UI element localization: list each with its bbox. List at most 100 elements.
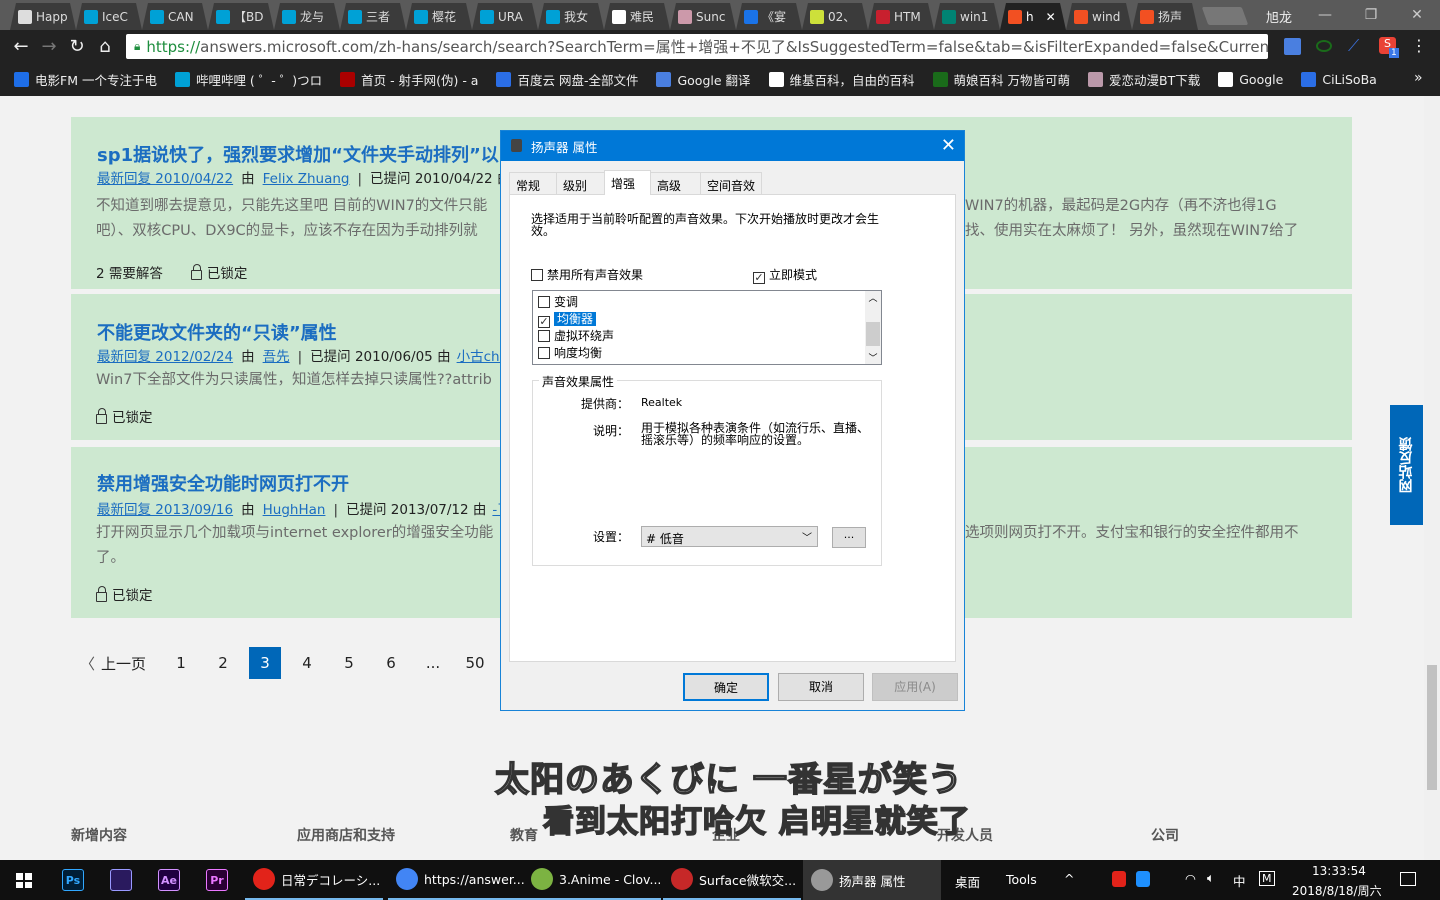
clock-time[interactable]: 13:33:54 bbox=[1312, 864, 1366, 878]
bookmark-item[interactable]: 首页 - 射手网(伪) - a bbox=[340, 70, 478, 89]
apply-button[interactable]: 应用(A) bbox=[872, 673, 958, 701]
latest-reply-link[interactable]: 最新回复 2013/09/16 bbox=[97, 502, 233, 518]
translate-extension-icon[interactable] bbox=[1284, 38, 1301, 55]
eye-extension-icon[interactable] bbox=[1316, 40, 1332, 52]
tab-close-icon[interactable]: ✕ bbox=[1046, 10, 1056, 24]
page-number[interactable]: 6 bbox=[370, 647, 412, 679]
taskbar-window[interactable]: 扬声器 属性 bbox=[803, 860, 941, 900]
cancel-button[interactable]: 取消 bbox=[778, 673, 864, 701]
thread-title-link[interactable]: 禁用增强安全功能时网页打不开 bbox=[97, 470, 349, 496]
scrollbar-thumb[interactable] bbox=[1427, 665, 1437, 790]
browser-tab[interactable]: 【BD bbox=[208, 3, 274, 30]
menu-icon[interactable]: ⋮ bbox=[1408, 36, 1430, 55]
page-number[interactable]: 2 bbox=[202, 647, 244, 679]
taskbar-window[interactable]: Surface微软交... bbox=[663, 860, 801, 900]
effect-item[interactable]: 虚拟环绕声 bbox=[538, 327, 614, 344]
dialog-close-button[interactable]: ✕ bbox=[941, 135, 956, 156]
forward-icon[interactable]: → bbox=[38, 36, 60, 57]
tray-app-icon[interactable] bbox=[1136, 871, 1150, 887]
page-number[interactable]: 5 bbox=[328, 647, 370, 679]
effect-item[interactable]: 变调 bbox=[538, 293, 578, 310]
bookmark-item[interactable]: 爱恋动漫BT下载 bbox=[1088, 70, 1200, 89]
bookmark-item[interactable]: Google bbox=[1218, 72, 1283, 87]
scroll-up-icon[interactable]: ︿ bbox=[865, 291, 881, 304]
browser-tab[interactable]: 难民 bbox=[604, 3, 670, 30]
thread-title-link[interactable]: sp1据说快了，强烈要求增加“文件夹手动排列”以 bbox=[97, 141, 499, 167]
bookmark-item[interactable]: 电影FM 一个专注于电 bbox=[14, 70, 157, 89]
taskbar-window[interactable]: 日常デコレーシ... bbox=[245, 860, 383, 900]
more-settings-button[interactable]: ... bbox=[832, 527, 866, 548]
browser-tab[interactable]: HTM bbox=[868, 3, 934, 30]
bookmarks-more[interactable]: » bbox=[1414, 70, 1423, 86]
latest-reply-link[interactable]: 最新回复 2010/04/22 bbox=[97, 171, 233, 187]
ime-indicator[interactable]: 中 bbox=[1233, 871, 1246, 890]
dialog-tab[interactable]: 常规 bbox=[509, 172, 557, 194]
minimize-button[interactable]: — bbox=[1302, 0, 1348, 30]
setting-dropdown[interactable]: # 低音 ﹀ bbox=[641, 526, 818, 547]
browser-tab[interactable]: IceC bbox=[76, 3, 142, 30]
bookmark-item[interactable]: Google 翻译 bbox=[656, 70, 751, 89]
checkbox-icon[interactable] bbox=[538, 330, 550, 342]
home-icon[interactable]: ⌂ bbox=[94, 36, 116, 57]
bookmark-item[interactable]: 哔哩哔哩 ( ゜- ゜)つロ bbox=[174, 70, 322, 89]
premiere-icon[interactable]: Pr bbox=[206, 869, 228, 891]
browser-tab[interactable]: wind bbox=[1066, 3, 1132, 30]
address-bar[interactable]: 🔒︎ https://answers.microsoft.com/zh-hans… bbox=[126, 34, 1268, 59]
reload-icon[interactable]: ↻ bbox=[66, 36, 88, 57]
dialog-tab[interactable]: 高级 bbox=[650, 172, 701, 194]
reply-user-link[interactable]: Felix Zhuang bbox=[263, 171, 350, 187]
tray-expand-icon[interactable]: ^ bbox=[1064, 871, 1074, 886]
effect-item[interactable]: 响度均衡 bbox=[538, 344, 602, 361]
browser-tab[interactable]: URA bbox=[472, 3, 538, 30]
page-number[interactable]: 3 bbox=[249, 647, 282, 679]
dialog-tab[interactable]: 级别 bbox=[556, 172, 605, 194]
list-scrollbar[interactable]: ︿ ﹀ bbox=[865, 291, 881, 364]
bookmark-item[interactable]: 萌娘百科 万物皆可萌 bbox=[932, 70, 1070, 89]
volume-icon[interactable]: 🔈︎ bbox=[1207, 870, 1215, 886]
dialog-title-bar[interactable]: 扬声器 属性 bbox=[501, 131, 964, 161]
browser-tab[interactable]: 02、 bbox=[802, 3, 868, 30]
latest-reply-link[interactable]: 最新回复 2012/02/24 bbox=[97, 349, 233, 365]
netease-music-tray-icon[interactable] bbox=[1112, 871, 1126, 887]
reply-user-link[interactable]: 吾先 bbox=[263, 349, 290, 365]
effects-list[interactable]: 变调 ✓ 均衡器 虚拟环绕声 响度均衡 ︿ ﹀ bbox=[532, 290, 882, 365]
page-number[interactable]: 1 bbox=[160, 647, 202, 679]
dialog-tab[interactable]: 增强 bbox=[604, 170, 651, 195]
toolbar-tools[interactable]: Tools bbox=[1006, 872, 1037, 887]
taskbar-window[interactable]: https://answer... bbox=[388, 860, 526, 900]
close-window-button[interactable]: ✕ bbox=[1394, 0, 1440, 30]
browser-tab[interactable]: 龙与 bbox=[274, 3, 340, 30]
wifi-icon[interactable]: ◠ bbox=[1185, 871, 1196, 886]
browser-tab[interactable]: CAN bbox=[142, 3, 208, 30]
reply-user-link[interactable]: HughHan bbox=[263, 502, 326, 518]
new-tab-button[interactable] bbox=[1201, 7, 1249, 25]
browser-tab[interactable]: 《宴 bbox=[736, 3, 802, 30]
premiere-rush-icon[interactable] bbox=[110, 869, 132, 891]
clock-date[interactable]: 2018/8/18/周六 bbox=[1292, 882, 1382, 899]
dialog-tab[interactable]: 空间音效 bbox=[700, 172, 762, 194]
scroll-down-icon[interactable]: ﹀ bbox=[865, 351, 881, 364]
ime-mode[interactable]: M bbox=[1259, 871, 1275, 886]
profile-name[interactable]: 旭龙 bbox=[1266, 7, 1292, 26]
restore-button[interactable]: ❐ bbox=[1348, 0, 1394, 30]
browser-tab[interactable]: win1 bbox=[934, 3, 1000, 30]
page-number[interactable]: 4 bbox=[286, 647, 328, 679]
bookmark-item[interactable]: 维基百科，自由的百科 bbox=[768, 70, 915, 89]
feather-extension-icon[interactable]: ⟋ bbox=[1348, 36, 1359, 56]
browser-tab[interactable]: Sunc bbox=[670, 3, 736, 30]
toolbar-desktop[interactable]: 桌面 bbox=[955, 872, 980, 891]
prev-page-button[interactable]: 〈上一页 bbox=[80, 653, 146, 674]
taskbar-window[interactable]: 3.Anime - Clov... bbox=[523, 860, 661, 900]
after-effects-icon[interactable]: Ae bbox=[158, 869, 180, 891]
windows-start-icon[interactable] bbox=[16, 873, 32, 888]
browser-tab[interactable]: Happ bbox=[10, 3, 76, 30]
back-icon[interactable]: ← bbox=[10, 36, 32, 57]
feedback-button[interactable]: 网站反馈 bbox=[1390, 405, 1423, 525]
browser-tab[interactable]: 樱花 bbox=[406, 3, 472, 30]
browser-tab[interactable]: 扬声 bbox=[1132, 3, 1198, 30]
effect-item[interactable]: ✓ 均衡器 bbox=[538, 310, 597, 328]
thread-title-link[interactable]: 不能更改文件夹的“只读”属性 bbox=[97, 319, 337, 345]
photoshop-icon[interactable]: Ps bbox=[62, 869, 84, 891]
bookmark-item[interactable]: CiLiSoBa bbox=[1301, 72, 1377, 87]
browser-tab[interactable]: 我女 bbox=[538, 3, 604, 30]
